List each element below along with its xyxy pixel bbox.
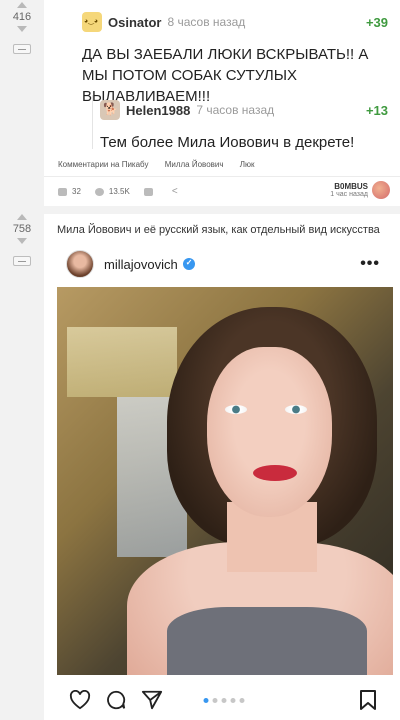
comment-header: Osinator 8 часов назад +39 xyxy=(82,10,388,34)
tag[interactable]: Комментарии на Пикабу xyxy=(58,160,148,169)
carousel-dot[interactable] xyxy=(212,697,218,703)
carousel-indicator xyxy=(203,697,245,703)
comment-username[interactable]: Osinator xyxy=(108,15,161,30)
upvote-icon[interactable] xyxy=(17,2,27,8)
share-icon: < xyxy=(171,186,178,197)
tag[interactable]: Милла Йовович xyxy=(165,160,224,169)
rating-count: 758 xyxy=(12,223,32,235)
verified-badge-icon xyxy=(182,258,195,270)
downvote-icon[interactable] xyxy=(17,26,27,32)
feed: 416 Osinator 8 часов назад +39 ДА ВЫ ЗАЕ… xyxy=(0,0,400,720)
views-stat: 13.5K xyxy=(94,187,130,196)
carousel-dot[interactable] xyxy=(203,697,209,703)
author-name[interactable]: B0MBUS xyxy=(330,182,368,191)
tag-list: Комментарии на Пикабу Милла Йовович Люк xyxy=(58,160,269,169)
reply-time: 7 часов назад xyxy=(196,103,275,117)
author-avatar[interactable] xyxy=(372,181,390,199)
carousel-dot[interactable] xyxy=(221,697,227,703)
upvote-icon[interactable] xyxy=(17,214,27,220)
eye-icon xyxy=(94,187,104,196)
save-icon xyxy=(143,187,153,196)
share-send-icon[interactable] xyxy=(140,688,164,712)
reply-score: +13 xyxy=(365,102,388,118)
rating-rail-1: 416 xyxy=(0,2,44,54)
divider xyxy=(44,176,400,177)
thread-line xyxy=(92,95,93,149)
save-stat[interactable] xyxy=(143,187,158,196)
comment-icon xyxy=(58,187,67,196)
reply-header: Helen1988 7 часов назад +13 xyxy=(100,98,388,122)
like-heart-icon[interactable] xyxy=(68,688,92,712)
post-author[interactable]: B0MBUS 1 час назад xyxy=(330,181,390,199)
post-card-instagram: Мила Йовович и её русский язык, как отде… xyxy=(44,214,400,720)
instagram-photo[interactable] xyxy=(57,287,393,675)
views-count: 13.5K xyxy=(108,187,130,196)
bookmark-icon[interactable] xyxy=(356,688,380,712)
reply-username[interactable]: Helen1988 xyxy=(126,103,190,118)
avatar[interactable] xyxy=(82,12,102,32)
rating-count: 416 xyxy=(12,11,32,23)
reply-comment: Helen1988 7 часов назад +13 Тем более Ми… xyxy=(100,98,388,153)
comment-bubble-icon[interactable] xyxy=(104,688,128,712)
instagram-header: millajovovich ••• xyxy=(66,250,380,278)
more-options-icon[interactable]: ••• xyxy=(360,255,380,273)
comment-score: +39 xyxy=(365,14,388,30)
post-card-comments: Osinator 8 часов назад +39 ДА ВЫ ЗАЕБАЛИ… xyxy=(44,0,400,206)
comments-stat[interactable]: 32 xyxy=(58,187,81,196)
carousel-dot[interactable] xyxy=(230,697,236,703)
collapse-button[interactable] xyxy=(13,44,31,54)
tag[interactable]: Люк xyxy=(240,160,255,169)
post-title[interactable]: Мила Йовович и её русский язык, как отде… xyxy=(57,224,380,236)
avatar[interactable] xyxy=(100,100,120,120)
instagram-avatar[interactable] xyxy=(66,250,94,278)
rating-rail-2: 758 xyxy=(0,214,44,266)
author-time: 1 час назад xyxy=(330,191,368,198)
instagram-username[interactable]: millajovovich xyxy=(104,257,178,272)
instagram-actions xyxy=(68,688,380,712)
reply-text: Тем более Мила Иовович в декрете! xyxy=(100,134,355,151)
comments-count: 32 xyxy=(72,187,81,196)
share-stat[interactable]: < xyxy=(172,186,178,197)
comment-time: 8 часов назад xyxy=(167,15,246,29)
collapse-button[interactable] xyxy=(13,256,31,266)
carousel-dot[interactable] xyxy=(239,697,245,703)
post-stats: 32 13.5K < xyxy=(58,186,192,197)
downvote-icon[interactable] xyxy=(17,238,27,244)
comment: Osinator 8 часов назад +39 ДА ВЫ ЗАЕБАЛИ… xyxy=(82,10,388,107)
